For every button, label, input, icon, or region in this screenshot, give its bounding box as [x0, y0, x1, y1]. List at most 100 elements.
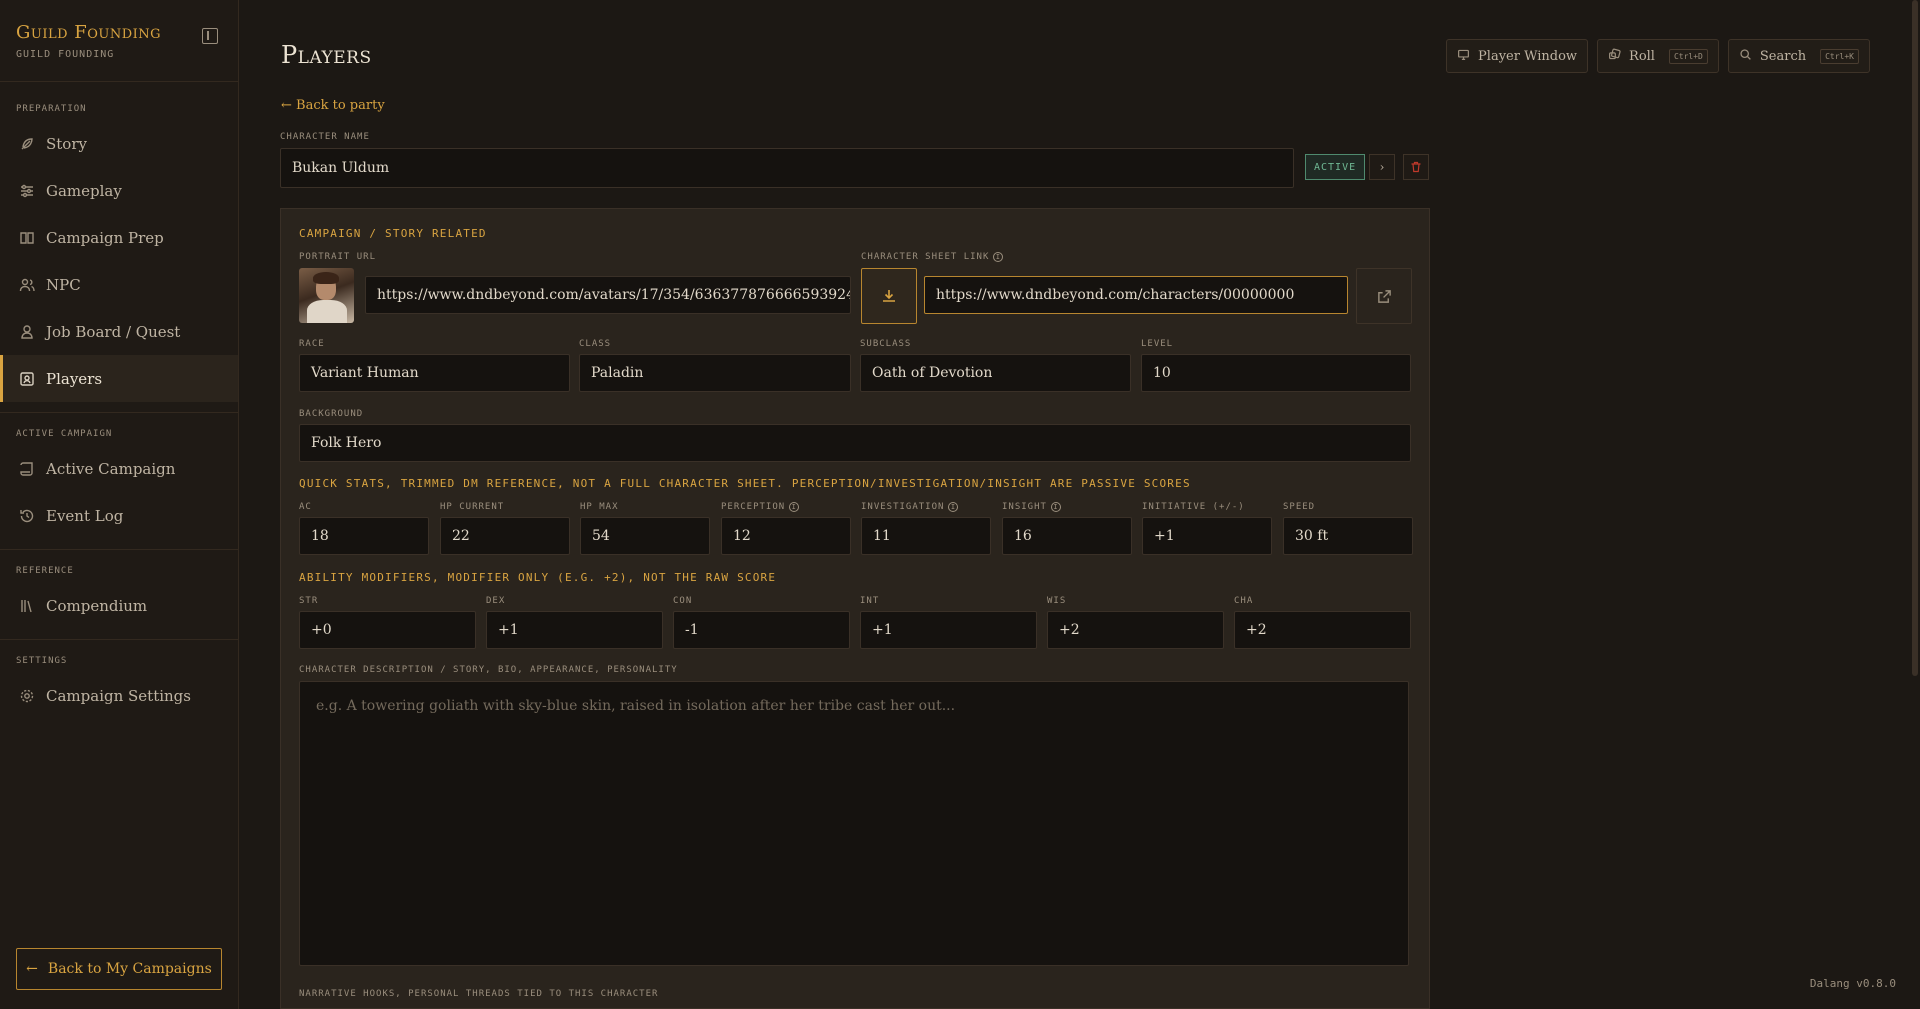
gear-icon	[18, 687, 36, 705]
sidebar-item-compendium[interactable]: Compendium	[0, 582, 238, 629]
status-badge[interactable]: ACTIVE	[1305, 154, 1366, 180]
stat-label-text: INSIGHT	[1002, 502, 1047, 512]
stat-input[interactable]: 22	[440, 517, 570, 555]
character-name-input[interactable]: Bukan Uldum	[280, 148, 1294, 188]
ability-input[interactable]: -1	[673, 611, 850, 649]
sidebar-item-npc[interactable]: NPC	[0, 261, 238, 308]
history-icon	[18, 507, 36, 525]
sidebar-item-campaign-settings[interactable]: Campaign Settings	[0, 672, 238, 719]
back-to-campaigns-button[interactable]: ← Back to My Campaigns	[16, 948, 222, 990]
portrait-url-input[interactable]: https://www.dndbeyond.com/avatars/17/354…	[365, 276, 851, 314]
version-label: Dalang v0.8.0	[1809, 977, 1896, 990]
sliders-icon	[18, 182, 36, 200]
portrait-hair	[313, 272, 339, 284]
sidebar-item-players[interactable]: Players	[0, 355, 238, 402]
info-icon[interactable]: i	[993, 252, 1004, 262]
back-to-campaigns-label: Back to My Campaigns	[47, 961, 212, 977]
background-label: BACKGROUND	[299, 409, 364, 419]
open-sheet-button[interactable]	[1356, 268, 1412, 324]
ability-input[interactable]: +0	[299, 611, 476, 649]
stat-input[interactable]: 54	[580, 517, 710, 555]
character-name-block: CHARACTER NAME Bukan Uldum	[280, 132, 1294, 188]
brand-subtitle: GUILD FOUNDING	[16, 49, 115, 60]
race-label: RACE	[299, 339, 325, 349]
portrait-image	[299, 268, 354, 323]
import-sheet-button[interactable]	[861, 268, 917, 324]
nav-heading: PREPARATION	[16, 104, 87, 114]
sidebar-item-campaign-prep[interactable]: Campaign Prep	[0, 214, 238, 261]
stat-label: SPEED	[1283, 502, 1315, 512]
stat-label: PERCEPTION i	[721, 502, 800, 512]
nav-heading: SETTINGS	[16, 656, 68, 666]
sidebar-item-label: Campaign Prep	[46, 228, 164, 247]
sidebar-item-job-board[interactable]: Job Board / Quest	[0, 308, 238, 355]
background-input[interactable]: Folk Hero	[299, 424, 1411, 462]
stat-label: INVESTIGATION i	[861, 502, 959, 512]
race-input[interactable]: Variant Human	[299, 354, 570, 392]
class-input[interactable]: Paladin	[579, 354, 851, 392]
sidebar-item-label: Players	[46, 369, 103, 388]
narrative-hooks-label: NARRATIVE HOOKS, PERSONAL THREADS TIED T…	[299, 989, 659, 999]
stat-label-text: SPEED	[1283, 502, 1316, 512]
dice-icon	[1608, 48, 1621, 64]
stat-input[interactable]: 30 ft	[1283, 517, 1413, 555]
ability-label: WIS	[1047, 596, 1067, 606]
sidebar-item-active-campaign[interactable]: Active Campaign	[0, 445, 238, 492]
ability-label: INT	[860, 596, 880, 606]
sidebar-item-label: Active Campaign	[46, 459, 176, 478]
book-icon	[18, 229, 36, 247]
sidebar-item-label: NPC	[46, 275, 81, 294]
portrait-body	[307, 300, 347, 323]
ability-label: CON	[673, 596, 693, 606]
sidebar-item-gameplay[interactable]: Gameplay	[0, 167, 238, 214]
stat-input[interactable]: 18	[299, 517, 429, 555]
ability-input[interactable]: +1	[860, 611, 1037, 649]
stat-input[interactable]: 16	[1002, 517, 1132, 555]
search-button[interactable]: Search Ctrl+K	[1727, 39, 1870, 73]
collapse-sidebar-icon[interactable]	[202, 28, 218, 44]
character-sheet-label: CHARACTER SHEET LINK	[861, 252, 990, 262]
ability-input[interactable]: +2	[1047, 611, 1224, 649]
scroll-icon	[18, 460, 36, 478]
next-character-button[interactable]: ›	[1369, 154, 1395, 180]
portrait-url-label: PORTRAIT URL	[299, 252, 377, 262]
info-icon[interactable]: i	[1050, 502, 1061, 512]
stat-input[interactable]: 11	[861, 517, 991, 555]
ability-input[interactable]: +2	[1234, 611, 1411, 649]
info-icon[interactable]: i	[948, 502, 959, 512]
ability-label: DEX	[486, 596, 506, 606]
page-title: Players	[281, 41, 372, 69]
character-panel: CAMPAIGN / STORY RELATED PORTRAIT URL ht…	[280, 208, 1430, 1009]
player-card-icon	[18, 370, 36, 388]
ability-input[interactable]: +1	[486, 611, 663, 649]
sidebar-item-story[interactable]: Story	[0, 120, 238, 167]
stat-label-text: INVESTIGATION	[861, 502, 945, 512]
character-sheet-label-row: CHARACTER SHEET LINK i	[861, 252, 1004, 262]
description-label: CHARACTER DESCRIPTION / STORY, BIO, APPE…	[299, 665, 678, 675]
back-to-party-link[interactable]: ← Back to party	[281, 98, 385, 113]
level-input[interactable]: 10	[1141, 354, 1411, 392]
stat-label: AC	[299, 502, 312, 512]
download-icon	[883, 290, 895, 302]
stat-input[interactable]: +1	[1142, 517, 1272, 555]
subclass-input[interactable]: Oath of Devotion	[860, 354, 1131, 392]
character-sheet-input[interactable]: https://www.dndbeyond.com/characters/000…	[924, 276, 1348, 314]
brand-title: Guild Founding	[16, 22, 162, 43]
stat-input[interactable]: 12	[721, 517, 851, 555]
delete-character-button[interactable]	[1403, 154, 1429, 180]
sidebar-item-label: Gameplay	[46, 181, 122, 200]
stat-label-text: AC	[299, 502, 312, 512]
stat-label: INSIGHT i	[1002, 502, 1061, 512]
nav-section-reference: REFERENCE Compendium	[0, 550, 238, 640]
roll-button[interactable]: Roll Ctrl+D	[1597, 39, 1719, 73]
page-scrollbar[interactable]	[1912, 0, 1918, 676]
info-icon[interactable]: i	[789, 502, 800, 512]
search-label: Search	[1759, 48, 1807, 64]
nav-section-active-campaign: ACTIVE CAMPAIGN Active Campaign Event Lo…	[0, 413, 238, 550]
player-window-button[interactable]: Player Window	[1446, 39, 1589, 73]
library-icon	[18, 597, 36, 615]
description-textarea[interactable]	[299, 681, 1409, 966]
stat-label: INITIATIVE (+/-)	[1142, 502, 1245, 512]
sidebar-item-event-log[interactable]: Event Log	[0, 492, 238, 539]
sidebar-item-label: Story	[46, 134, 87, 153]
